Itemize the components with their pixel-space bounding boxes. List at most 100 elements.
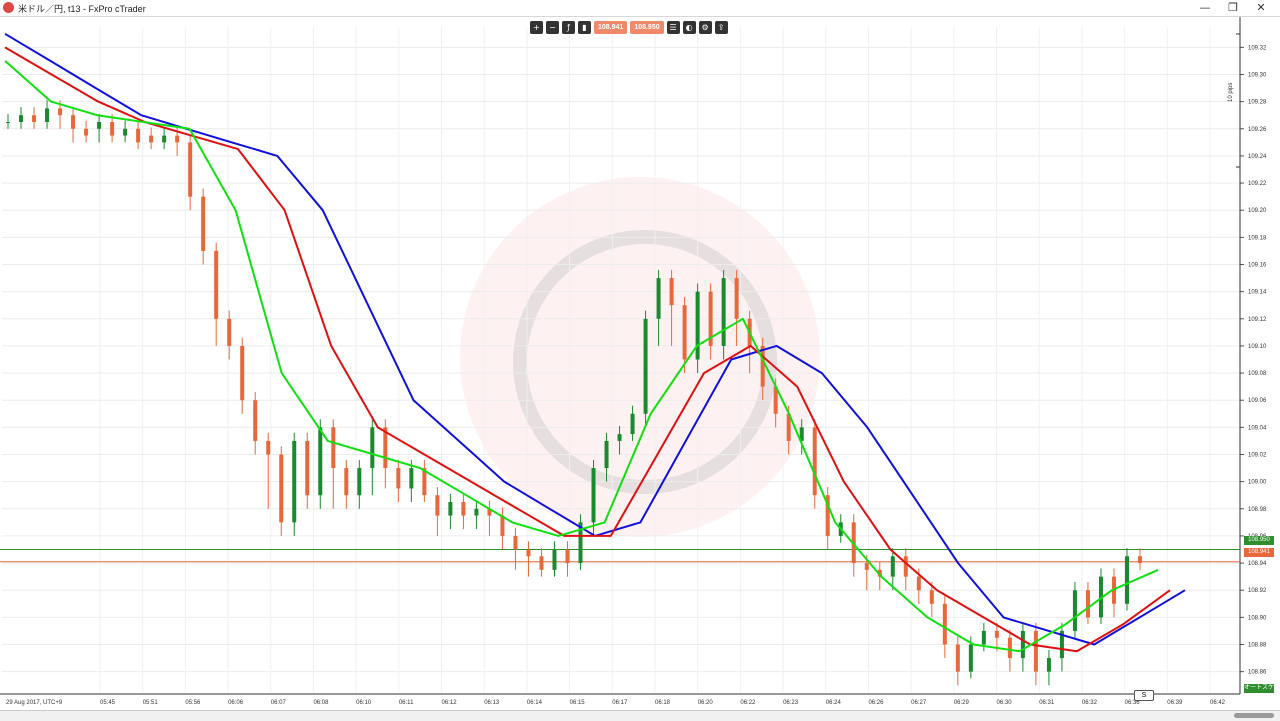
candle-body [357, 468, 362, 496]
candle-body [240, 345, 245, 401]
candle-body [617, 434, 622, 441]
price-tick-label: 108.86 [1248, 670, 1267, 676]
candle-body [32, 115, 37, 122]
candle-body [461, 502, 466, 516]
price-tick-label: 109.24 [1248, 154, 1267, 160]
zoom-in-icon[interactable]: + [530, 21, 543, 34]
candle-body [1138, 556, 1142, 564]
price-tick-label: 109.18 [1248, 235, 1267, 241]
candle-body [409, 468, 414, 489]
time-tick-label: 06:24 [826, 700, 842, 706]
candle-body [643, 318, 648, 414]
price-tick-label: 109.16 [1248, 263, 1267, 269]
candle-body [370, 427, 375, 469]
candle-body [630, 413, 635, 435]
price-tick-label: 109.32 [1248, 45, 1267, 51]
price-tick-label: 108.88 [1248, 643, 1267, 649]
zoom-out-icon[interactable]: − [546, 21, 559, 34]
candle-body [994, 630, 999, 638]
candle-body [6, 122, 10, 123]
time-tick-label: 06:07 [271, 700, 287, 706]
candle-body [734, 278, 739, 319]
list-icon[interactable]: ☰ [666, 21, 680, 34]
candle-body [448, 502, 453, 516]
s-button[interactable]: S [1134, 690, 1154, 701]
candle-body [929, 590, 934, 604]
price-tick-label: 109.04 [1248, 425, 1267, 431]
time-tick-label: 06:11 [399, 700, 414, 706]
candle-body [968, 644, 973, 672]
candle-body [331, 427, 336, 469]
price-tick-label: 109.30 [1248, 73, 1267, 79]
buy-price-button[interactable]: 108.950 [630, 21, 664, 34]
candle-body [682, 305, 687, 360]
indicator-icon[interactable]: ƒ [562, 21, 575, 34]
candle-body [565, 549, 570, 564]
candle-body [539, 556, 544, 570]
autoscale-button[interactable]: オートスケール [1244, 684, 1274, 700]
price-tick-label: 109.12 [1248, 317, 1267, 323]
time-tick-label: 06:17 [612, 700, 628, 706]
price-tick-label: 109.06 [1248, 398, 1267, 404]
time-tick-label: 06:22 [740, 700, 756, 706]
candle-body [916, 576, 921, 591]
candle-body [396, 468, 401, 489]
price-tick-label: 109.02 [1248, 453, 1267, 459]
candle-body [942, 603, 947, 645]
sell-price-button[interactable]: 108.941 [594, 21, 628, 34]
title-bar: 米ドル／円, t13 - FxPro cTrader — ❐ ✕ [0, 0, 1280, 17]
candle-body [175, 135, 180, 143]
price-tick-label: 109.26 [1248, 127, 1267, 133]
candle-body [149, 135, 154, 143]
candle-body [669, 278, 674, 306]
candle-body [721, 278, 726, 346]
price-tick-label: 109.14 [1248, 290, 1267, 296]
candle-body [58, 108, 63, 116]
time-tick-label: 29 Aug 2017, UTC+9 [6, 700, 63, 706]
candle-body [1007, 637, 1012, 659]
candle-body [604, 440, 609, 469]
ask-price-tag: 108.950 [1244, 536, 1274, 545]
candle-body [305, 440, 310, 496]
candle-body [253, 400, 258, 441]
settings-icon[interactable]: ⚙ [698, 21, 712, 34]
candle-body [1124, 556, 1129, 604]
candle-body [955, 644, 960, 672]
time-tick-label: 06:32 [1082, 700, 1098, 706]
time-tick-label: 06:39 [1167, 700, 1183, 706]
price-tick-label: 108.98 [1248, 507, 1267, 513]
time-tick-label: 06:18 [655, 700, 671, 706]
candle-body [19, 115, 24, 122]
candle-body [500, 515, 505, 536]
price-tick-label: 108.92 [1248, 588, 1267, 594]
candle-body [552, 549, 557, 570]
candle-body [864, 563, 869, 570]
price-tick-label: 109.20 [1248, 208, 1267, 214]
scrollbar-thumb[interactable] [1234, 713, 1274, 718]
price-tick-label: 108.94 [1248, 561, 1267, 567]
candle-body [1072, 590, 1077, 631]
share-icon[interactable]: ⇪ [714, 21, 728, 34]
candle-body [188, 142, 193, 197]
bid-price-tag: 108.941 [1244, 548, 1274, 557]
candle-body [812, 427, 817, 496]
candle-body [45, 108, 50, 122]
time-tick-label: 06:26 [868, 700, 884, 706]
chart-type-icon[interactable]: ▮ [578, 21, 591, 34]
time-tick-label: 05:45 [100, 700, 116, 706]
sentiment-icon[interactable]: ◐ [682, 21, 696, 34]
price-tick-label: 109.28 [1248, 100, 1267, 106]
candle-body [474, 508, 479, 516]
time-tick-label: 06:14 [527, 700, 543, 706]
candle-body [214, 250, 219, 319]
candle-body [1046, 658, 1051, 672]
time-tick-label: 06:29 [954, 700, 970, 706]
time-tick-label: 06:31 [1039, 700, 1055, 706]
candle-body [201, 196, 206, 251]
candle-body [84, 128, 89, 136]
candle-body [71, 115, 76, 129]
candle-body [318, 427, 323, 496]
close-button[interactable]: ✕ [1242, 0, 1280, 16]
horizontal-scrollbar[interactable] [0, 710, 1280, 721]
price-chart[interactable]: 109.32 109.30 109.28 109.26 109.24 109.22 109.… [0, 17, 1280, 710]
